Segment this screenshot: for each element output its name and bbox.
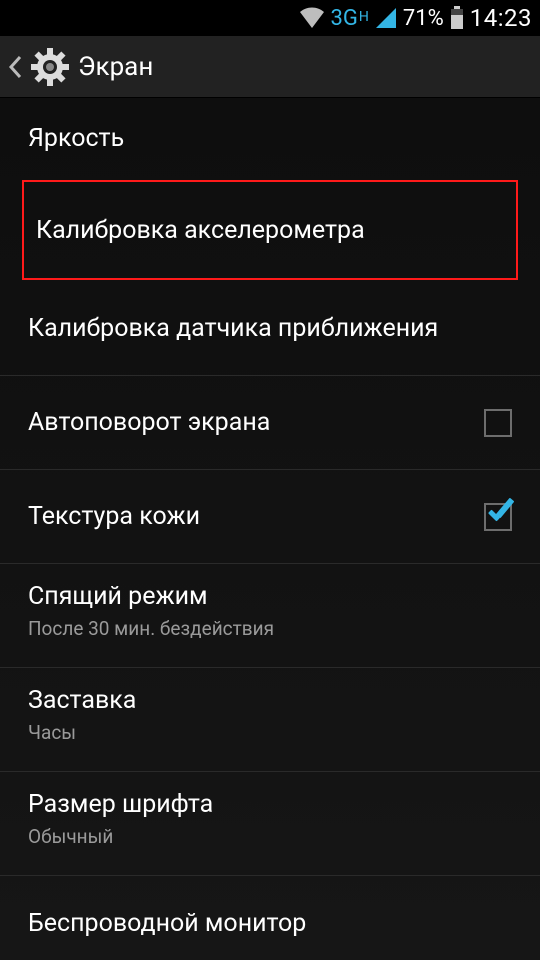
back-icon[interactable]	[8, 55, 22, 79]
row-skin-label: Текстура кожи	[28, 502, 200, 531]
row-prox-label: Калибровка датчика приближения	[28, 314, 438, 343]
row-daydream-title: Заставка	[28, 686, 136, 715]
page-title: Экран	[78, 52, 153, 82]
row-accel-label: Калибровка акселерометра	[30, 216, 365, 245]
row-brightness[interactable]: Яркость	[0, 98, 540, 178]
row-skin-texture[interactable]: Текстура кожи	[0, 470, 540, 564]
action-bar[interactable]: Экран	[0, 36, 540, 98]
row-autorotate-label: Автоповорот экрана	[28, 408, 270, 437]
row-sleep-sub: После 30 мин. бездействия	[28, 617, 274, 640]
row-accelerometer-calibration[interactable]: Калибровка акселерометра	[22, 180, 518, 280]
autorotate-checkbox[interactable]	[484, 409, 512, 437]
settings-list: Яркость Калибровка акселерометра Калибро…	[0, 98, 540, 960]
row-fontsize-sub: Обычный	[28, 825, 213, 848]
signal-icon	[375, 7, 397, 29]
row-brightness-label: Яркость	[28, 124, 124, 153]
row-proximity-calibration[interactable]: Калибровка датчика приближения	[0, 282, 540, 376]
row-wireless-label: Беспроводной монитор	[28, 909, 306, 938]
wifi-icon	[299, 7, 325, 29]
clock-label: 14:23	[470, 4, 532, 32]
network-type-text: 3G	[331, 6, 358, 31]
row-daydream[interactable]: Заставка Часы	[0, 668, 540, 772]
skin-texture-checkbox[interactable]	[484, 503, 512, 531]
battery-icon	[450, 6, 464, 30]
row-daydream-sub: Часы	[28, 721, 136, 744]
status-bar: 3G H 71% 14:23	[0, 0, 540, 36]
network-suffix-text: H	[359, 9, 369, 25]
row-font-size[interactable]: Размер шрифта Обычный	[0, 772, 540, 876]
battery-percent-label: 71%	[403, 6, 444, 31]
settings-icon	[30, 47, 70, 87]
row-wireless-display[interactable]: Беспроводной монитор	[0, 876, 540, 960]
network-type-label: 3G H	[331, 6, 369, 31]
row-fontsize-title: Размер шрифта	[28, 790, 213, 819]
row-sleep[interactable]: Спящий режим После 30 мин. бездействия	[0, 564, 540, 668]
row-sleep-title: Спящий режим	[28, 582, 274, 611]
row-autorotate[interactable]: Автоповорот экрана	[0, 376, 540, 470]
